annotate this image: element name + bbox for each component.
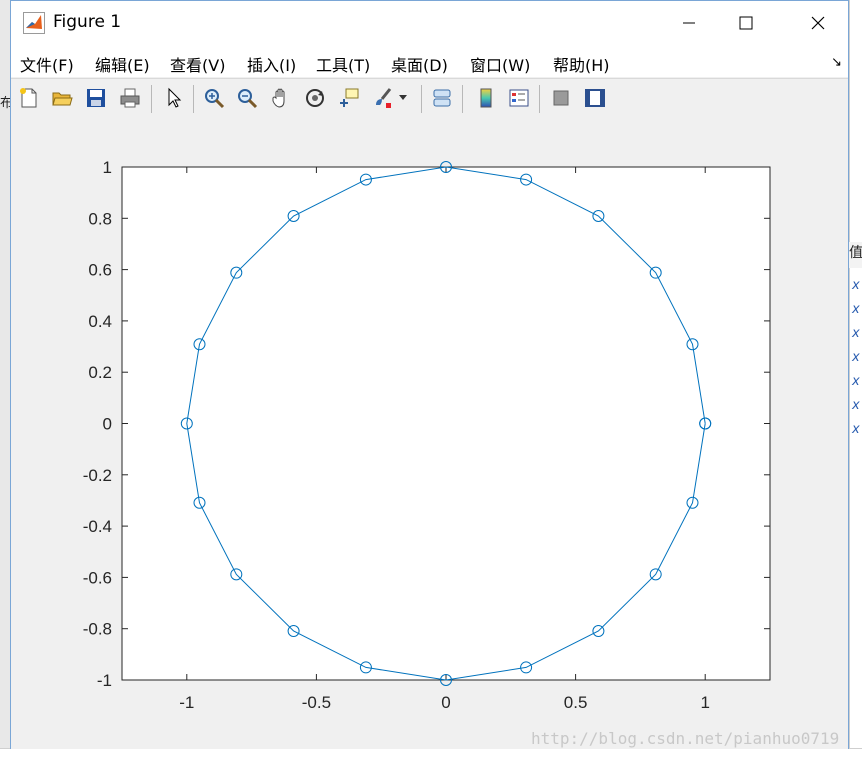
menu-bar: 文件(F) 编辑(E) 查看(V) 插入(I) 工具(T) 桌面(D) 窗口(W… <box>11 45 848 77</box>
menu-desktop[interactable]: 桌面(D) <box>391 52 448 76</box>
zoom-out-icon <box>238 89 258 109</box>
legend-button[interactable] <box>505 84 533 112</box>
toolbar-separator <box>193 85 194 113</box>
workspace-header: 值 <box>849 242 862 268</box>
x-tick-label: -1 <box>179 693 194 712</box>
hide-plot-tools-button[interactable] <box>547 84 575 112</box>
y-tick-label: 0.6 <box>88 261 112 280</box>
close-button[interactable] <box>795 1 841 45</box>
menu-file[interactable]: 文件(F) <box>20 52 74 76</box>
figure-toolbar <box>11 78 848 120</box>
workspace-row: x <box>852 278 860 293</box>
pointer-icon <box>168 87 182 108</box>
figure-window: Figure 1 文件(F) 编辑(E) 查看(V) 插入(I) 工具(T) 桌… <box>10 0 849 749</box>
pan-button[interactable] <box>267 84 295 112</box>
workspace-row: x <box>852 398 860 413</box>
zoom-in-button[interactable] <box>200 84 228 112</box>
save-button[interactable] <box>82 84 110 112</box>
hide-plot-tools-icon <box>553 90 569 106</box>
print-button[interactable] <box>116 84 144 112</box>
y-tick-label: -0.8 <box>83 620 112 639</box>
minimize-button[interactable] <box>666 1 712 45</box>
menu-insert[interactable]: 插入(I) <box>247 52 296 76</box>
y-tick-label: 0.8 <box>88 209 112 228</box>
title-bar: Figure 1 <box>11 1 848 45</box>
x-tick-label: 0.5 <box>564 693 588 712</box>
rotate-3d-button[interactable] <box>301 84 329 112</box>
x-tick-label: -0.5 <box>302 693 331 712</box>
y-tick-label: -1 <box>97 671 112 690</box>
dock-arrow-icon[interactable]: ↘ <box>831 55 842 70</box>
pointer-button[interactable] <box>160 84 188 112</box>
plot-canvas: -1 -0.5 0 0.5 1 -1 -0.8 -0.6 -0.4 -0.2 0 0.2 0.4 0.6 0… <box>11 119 848 749</box>
link-plot-icon <box>433 89 451 107</box>
y-tick-label: 0 <box>103 415 112 434</box>
window-title: Figure 1 <box>53 12 122 32</box>
pan-icon <box>272 88 285 108</box>
workspace-panel: x x x x x x x <box>849 0 862 760</box>
y-tick-label: 0.2 <box>88 363 112 382</box>
menu-help[interactable]: 帮助(H) <box>553 52 610 76</box>
toolbar-separator <box>151 85 152 113</box>
chevron-down-icon <box>399 95 407 100</box>
print-icon <box>120 88 140 108</box>
workspace-row: x <box>852 374 860 389</box>
new-figure-icon <box>20 88 37 108</box>
link-plot-button[interactable] <box>428 84 456 112</box>
axes-box <box>121 166 771 681</box>
brush-dropdown[interactable] <box>396 84 410 112</box>
rotate-3d-icon <box>306 89 324 107</box>
minimize-icon <box>683 22 695 24</box>
close-icon <box>811 16 825 30</box>
open-file-button[interactable] <box>48 84 76 112</box>
y-tick-label: 0.4 <box>88 312 112 331</box>
new-figure-button[interactable] <box>15 84 43 112</box>
legend-icon <box>509 89 529 107</box>
show-plot-tools-icon <box>585 89 605 107</box>
x-tick-label: 0 <box>441 693 450 712</box>
maximize-button[interactable] <box>723 1 769 45</box>
brush-icon <box>376 88 392 108</box>
zoom-out-button[interactable] <box>233 84 261 112</box>
matlab-icon <box>23 12 45 34</box>
y-tick-label: -0.4 <box>83 517 112 536</box>
menu-window[interactable]: 窗口(W) <box>470 52 530 76</box>
workspace-row: x <box>852 350 860 365</box>
toolbar-separator <box>462 85 463 113</box>
zoom-in-icon <box>205 89 225 109</box>
circle-plot[interactable]: -1 -0.5 0 0.5 1 -1 -0.8 -0.6 -0.4 -0.2 0 0.2 0.4 0.6 0… <box>11 119 848 749</box>
data-cursor-icon <box>340 88 359 107</box>
menu-view[interactable]: 查看(V) <box>170 52 225 76</box>
y-tick-label: -0.6 <box>83 568 112 587</box>
save-icon <box>87 89 105 107</box>
desktop-statusbar <box>0 748 862 761</box>
toolbar-separator <box>539 85 540 113</box>
menu-edit[interactable]: 编辑(E) <box>95 52 150 76</box>
open-file-icon <box>52 92 73 106</box>
colorbar-button[interactable] <box>472 84 500 112</box>
menu-tools[interactable]: 工具(T) <box>316 52 370 76</box>
toolbar-separator <box>421 85 422 113</box>
show-plot-tools-button[interactable] <box>581 84 609 112</box>
brush-button[interactable] <box>369 84 397 112</box>
x-tick-label: 1 <box>700 693 709 712</box>
workspace-row: x <box>852 326 860 341</box>
watermark: http://blog.csdn.net/pianhuo0719 <box>531 729 840 748</box>
maximize-icon <box>739 16 753 30</box>
y-tick-label: 1 <box>103 158 112 177</box>
workspace-row: x <box>852 302 860 317</box>
y-tick-label: -0.2 <box>83 466 112 485</box>
workspace-row: x <box>852 422 860 437</box>
colorbar-icon <box>480 88 492 108</box>
data-cursor-button[interactable] <box>335 84 363 112</box>
